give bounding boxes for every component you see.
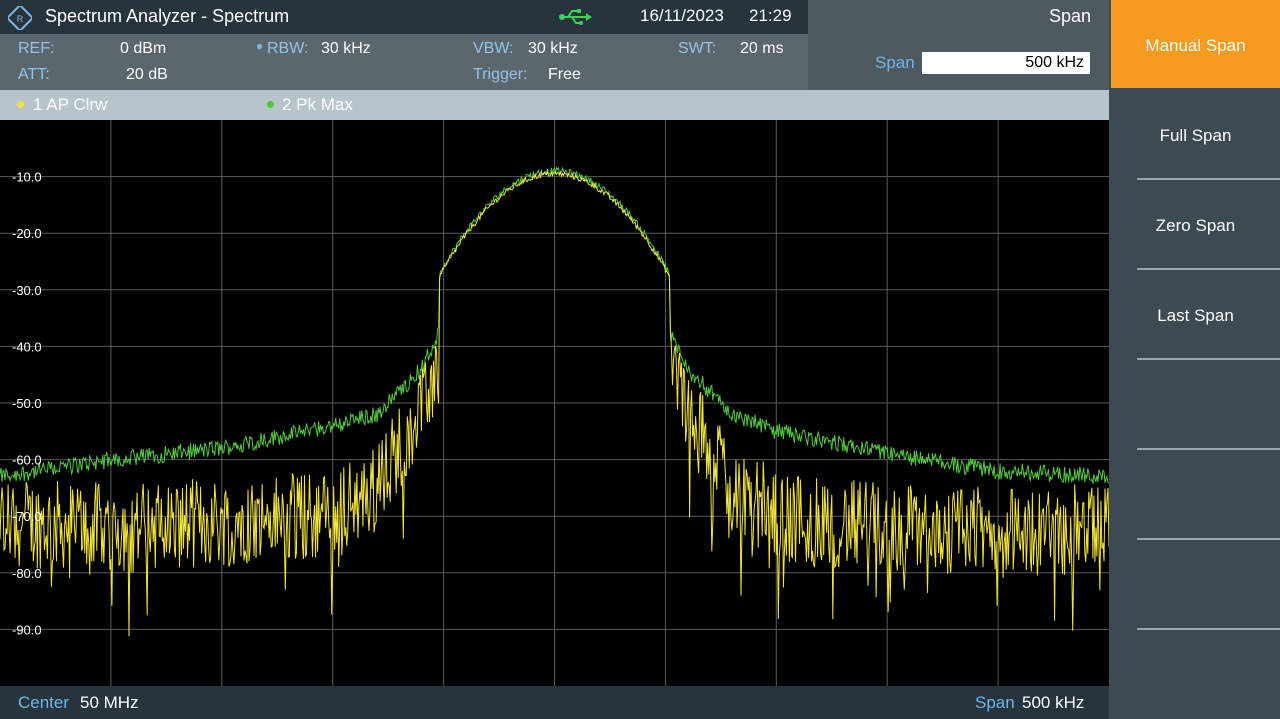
vbw-label: VBW: — [473, 40, 514, 57]
usb-icon — [559, 9, 592, 25]
rbw-value[interactable]: 30 kHz — [321, 40, 371, 58]
title-bar: R Spectrum Analyzer - Spectrum 16/11/202… — [0, 0, 808, 34]
y-tick-label: -80.0 — [12, 566, 42, 581]
span-input[interactable] — [922, 52, 1090, 74]
spectrum-plot[interactable]: -10.0 -20.0 -30.0 -40.0 -50.0 -60.0 -70.0 -80.0… — [0, 120, 1109, 686]
ref-value[interactable]: 0 dBm — [120, 40, 166, 58]
bottom-status-bar: Center 50 MHz Span 500 kHz — [0, 686, 1109, 719]
span-freq-value[interactable]: 500 kHz — [1022, 693, 1084, 713]
y-tick-label: -20.0 — [12, 226, 42, 241]
softkey-divider — [1137, 448, 1280, 450]
y-tick-label: -60.0 — [12, 453, 42, 468]
center-freq-label: Center — [18, 693, 70, 712]
softkey-divider — [1137, 628, 1280, 630]
y-tick-label: -50.0 — [12, 396, 42, 411]
rbw-coupling-indicator: ● — [256, 39, 264, 53]
y-tick-label: -40.0 — [12, 339, 42, 354]
y-axis-ticks: -10.0 -20.0 -30.0 -40.0 -50.0 -60.0 -70.0 -80.0… — [12, 170, 42, 638]
time-display: 21:29 — [749, 6, 792, 25]
y-tick-label: -10.0 — [12, 170, 42, 185]
span-freq-label: Span — [975, 693, 1015, 712]
full-span-button[interactable]: Full Span — [1111, 90, 1280, 178]
svg-text:R: R — [17, 14, 24, 24]
trace-1-label[interactable]: 1 AP Clrw — [33, 95, 107, 115]
att-value[interactable]: 20 dB — [126, 66, 168, 84]
trace-legend-bar: 1 AP Clrw 2 Pk Max — [0, 90, 1109, 120]
trace-2-label[interactable]: 2 Pk Max — [282, 95, 353, 115]
trigger-value[interactable]: Free — [548, 66, 581, 84]
app-title: Spectrum Analyzer - Spectrum — [45, 6, 290, 26]
swt-label: SWT: — [678, 40, 717, 57]
softkey-panel: Manual Span Full Span Zero Span Last Spa… — [1109, 0, 1280, 719]
trace-2-dot-icon — [267, 101, 274, 108]
trace-1-dot-icon — [17, 101, 24, 108]
zero-span-button[interactable]: Zero Span — [1111, 180, 1280, 268]
y-tick-label: -30.0 — [12, 283, 42, 298]
last-span-button[interactable]: Last Span — [1111, 270, 1280, 358]
measurement-settings-bar: REF: 0 dBm ATT: 20 dB ● RBW: 30 kHz VBW:… — [0, 34, 808, 90]
center-freq-value[interactable]: 50 MHz — [80, 693, 139, 713]
manual-span-button[interactable]: Manual Span — [1111, 0, 1280, 88]
softkey-divider — [1137, 538, 1280, 540]
mode-title: Span — [1048, 6, 1091, 26]
date-display: 16/11/2023 — [640, 6, 724, 25]
ref-label: REF: — [18, 40, 55, 57]
span-entry-panel: Span Span — [808, 0, 1109, 90]
swt-value[interactable]: 20 ms — [740, 40, 784, 58]
softkey-divider — [1137, 358, 1280, 360]
rbw-label: RBW: — [267, 40, 309, 57]
rohde-schwarz-logo-icon: R — [8, 6, 32, 30]
trigger-label: Trigger: — [473, 66, 528, 83]
att-label: ATT: — [18, 66, 50, 83]
y-tick-label: -90.0 — [12, 622, 42, 637]
span-entry-label: Span — [875, 53, 915, 72]
vbw-value[interactable]: 30 kHz — [528, 40, 578, 58]
y-tick-label: -70.0 — [12, 509, 42, 524]
